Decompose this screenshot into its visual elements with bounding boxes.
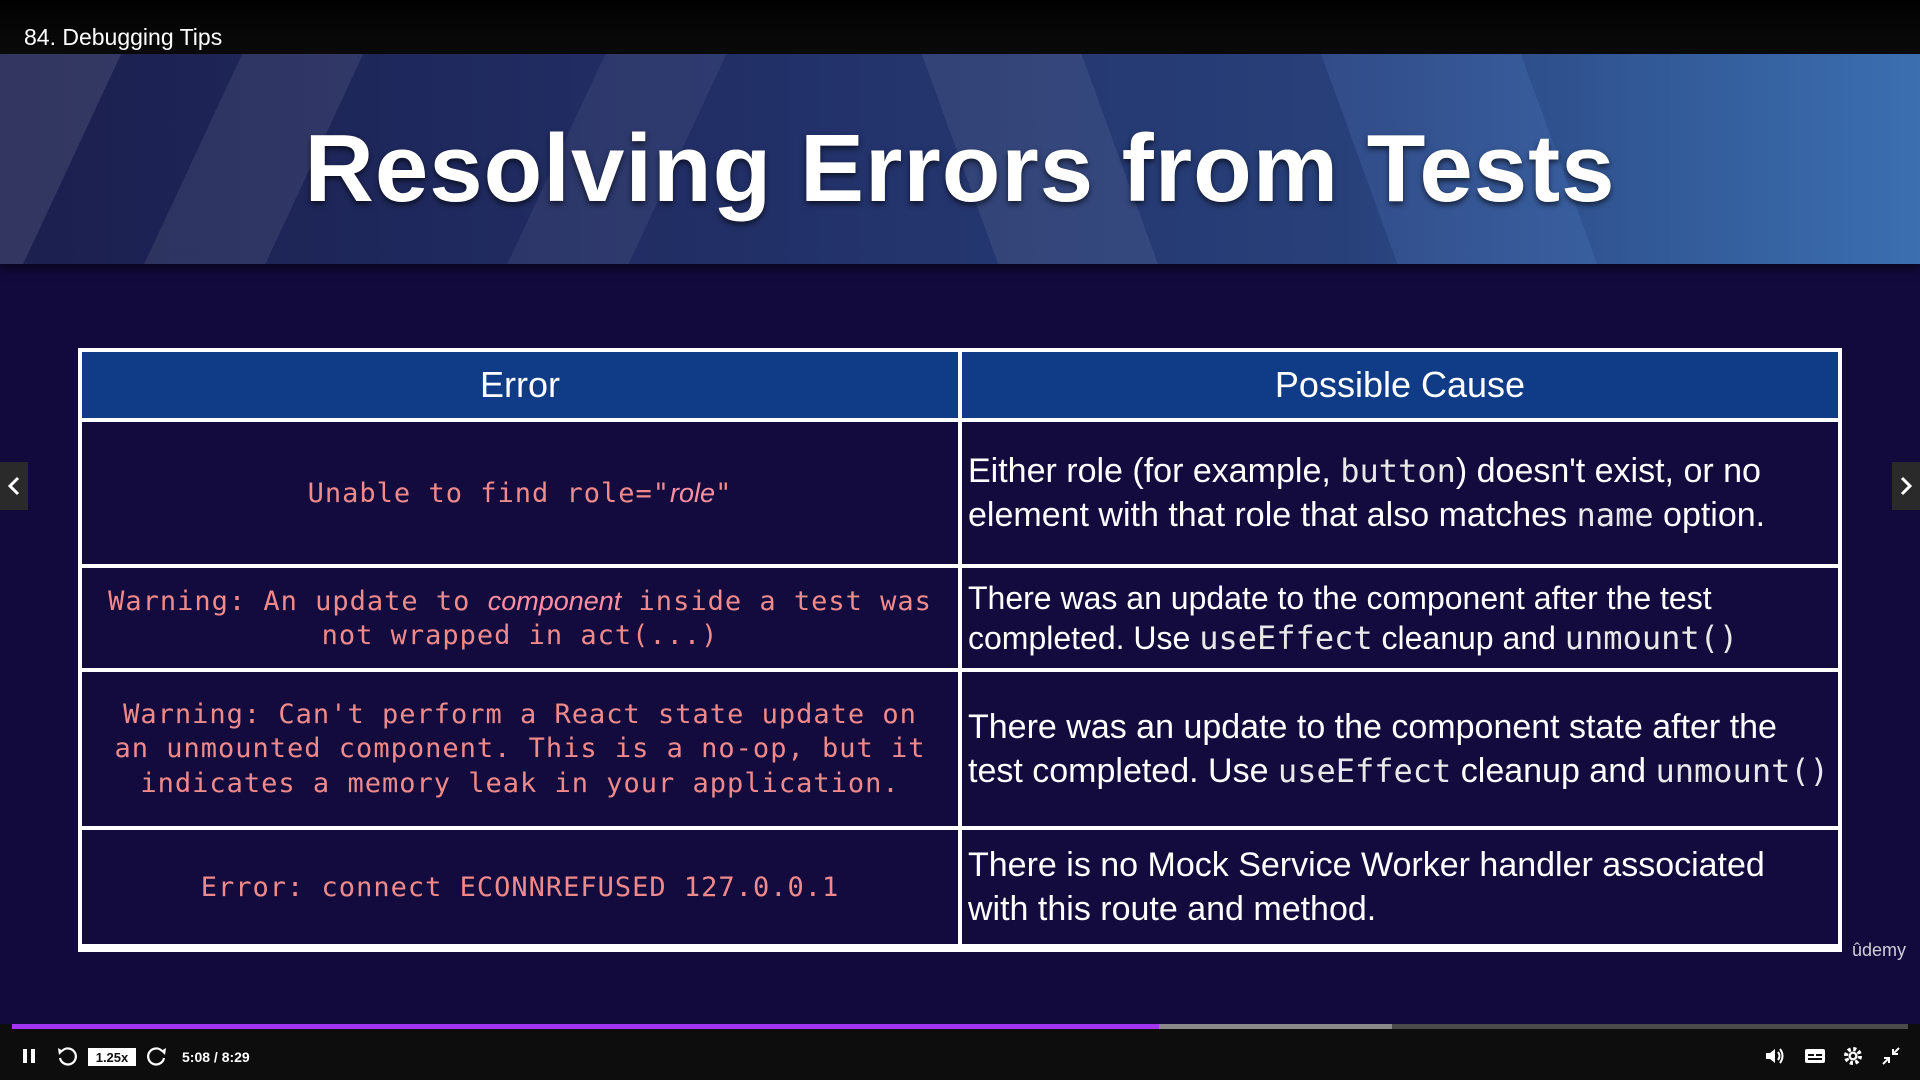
cause-text: There was an update to the component aft… — [968, 578, 1832, 658]
lecture-title: 84. Debugging Tips — [24, 24, 223, 50]
prev-arrow-icon[interactable] — [0, 462, 28, 510]
error-text: Warning: Can't perform a React state upd… — [114, 698, 926, 799]
playback-speed-button[interactable]: 1.25x — [88, 1048, 136, 1066]
cause-text: Either role (for example, button) doesn'… — [968, 449, 1832, 537]
error-text: Unable to find role="role" — [307, 477, 733, 509]
header-error: Error — [82, 352, 958, 418]
video-frame[interactable]: Resolving Errors from Tests Error Possib… — [0, 54, 1920, 1024]
cause-cell: There was an update to the component sta… — [962, 672, 1838, 826]
top-bar: 84. Debugging Tips — [0, 0, 1920, 54]
error-cell: Warning: An update to component inside a… — [82, 568, 958, 668]
inline-code: unmount() — [1655, 752, 1829, 790]
cause-cell: Either role (for example, button) doesn'… — [962, 422, 1838, 564]
table-row: Error: connect ECONNREFUSED 127.0.0.1 Th… — [82, 830, 1838, 944]
cause-cell: There was an update to the component aft… — [962, 568, 1838, 668]
error-text: Warning: An update to component inside a… — [108, 585, 932, 651]
progress-bar[interactable] — [12, 1024, 1908, 1029]
header-possible-cause: Possible Cause — [962, 352, 1838, 418]
table-row: Warning: An update to component inside a… — [82, 568, 1838, 668]
table-header-row: Error Possible Cause — [82, 352, 1838, 418]
error-cell: Unable to find role="role" — [82, 422, 958, 564]
cause-fragment: Either role (for example, — [968, 452, 1341, 490]
slide-title: Resolving Errors from Tests — [304, 115, 1616, 222]
progress-played — [12, 1024, 1160, 1029]
inline-code: useEffect — [1277, 752, 1452, 790]
slide-banner: Resolving Errors from Tests — [0, 54, 1920, 264]
next-arrow-icon[interactable] — [1892, 462, 1920, 510]
cause-cell: There is no Mock Service Worker handler … — [962, 830, 1838, 944]
error-cell: Warning: Can't perform a React state upd… — [82, 672, 958, 826]
cause-fragment: cleanup and — [1451, 752, 1656, 790]
cause-fragment: There is no Mock Service Worker handler … — [968, 846, 1765, 928]
inline-code: button — [1340, 452, 1456, 490]
forward-icon[interactable] — [144, 1044, 170, 1068]
cause-text: There was an update to the component sta… — [968, 705, 1832, 793]
cause-fragment: cleanup and — [1372, 620, 1565, 656]
rewind-icon[interactable] — [54, 1044, 80, 1068]
inline-code: useEffect — [1199, 619, 1373, 657]
udemy-watermark: ûdemy — [1851, 940, 1906, 960]
cause-fragment: option. — [1653, 496, 1766, 534]
table-row: Unable to find role="role" Either role (… — [82, 422, 1838, 564]
inline-code: name — [1576, 496, 1654, 534]
inline-code: unmount() — [1564, 619, 1739, 657]
exit-fullscreen-icon[interactable] — [1878, 1044, 1904, 1068]
cause-text: There is no Mock Service Worker handler … — [968, 843, 1832, 931]
volume-icon[interactable] — [1762, 1044, 1788, 1068]
error-text: Error: connect ECONNREFUSED 127.0.0.1 — [200, 871, 840, 903]
error-cell: Error: connect ECONNREFUSED 127.0.0.1 — [82, 830, 958, 944]
settings-icon[interactable] — [1840, 1044, 1866, 1068]
time-display: 5:08 / 8:29 — [182, 1049, 250, 1065]
player-controls — [0, 1024, 1920, 1080]
table-row: Warning: Can't perform a React state upd… — [82, 672, 1838, 826]
errors-table: Error Possible Cause Unable to find role… — [78, 348, 1842, 952]
captions-icon[interactable] — [1802, 1044, 1828, 1068]
pause-icon[interactable] — [18, 1044, 40, 1068]
